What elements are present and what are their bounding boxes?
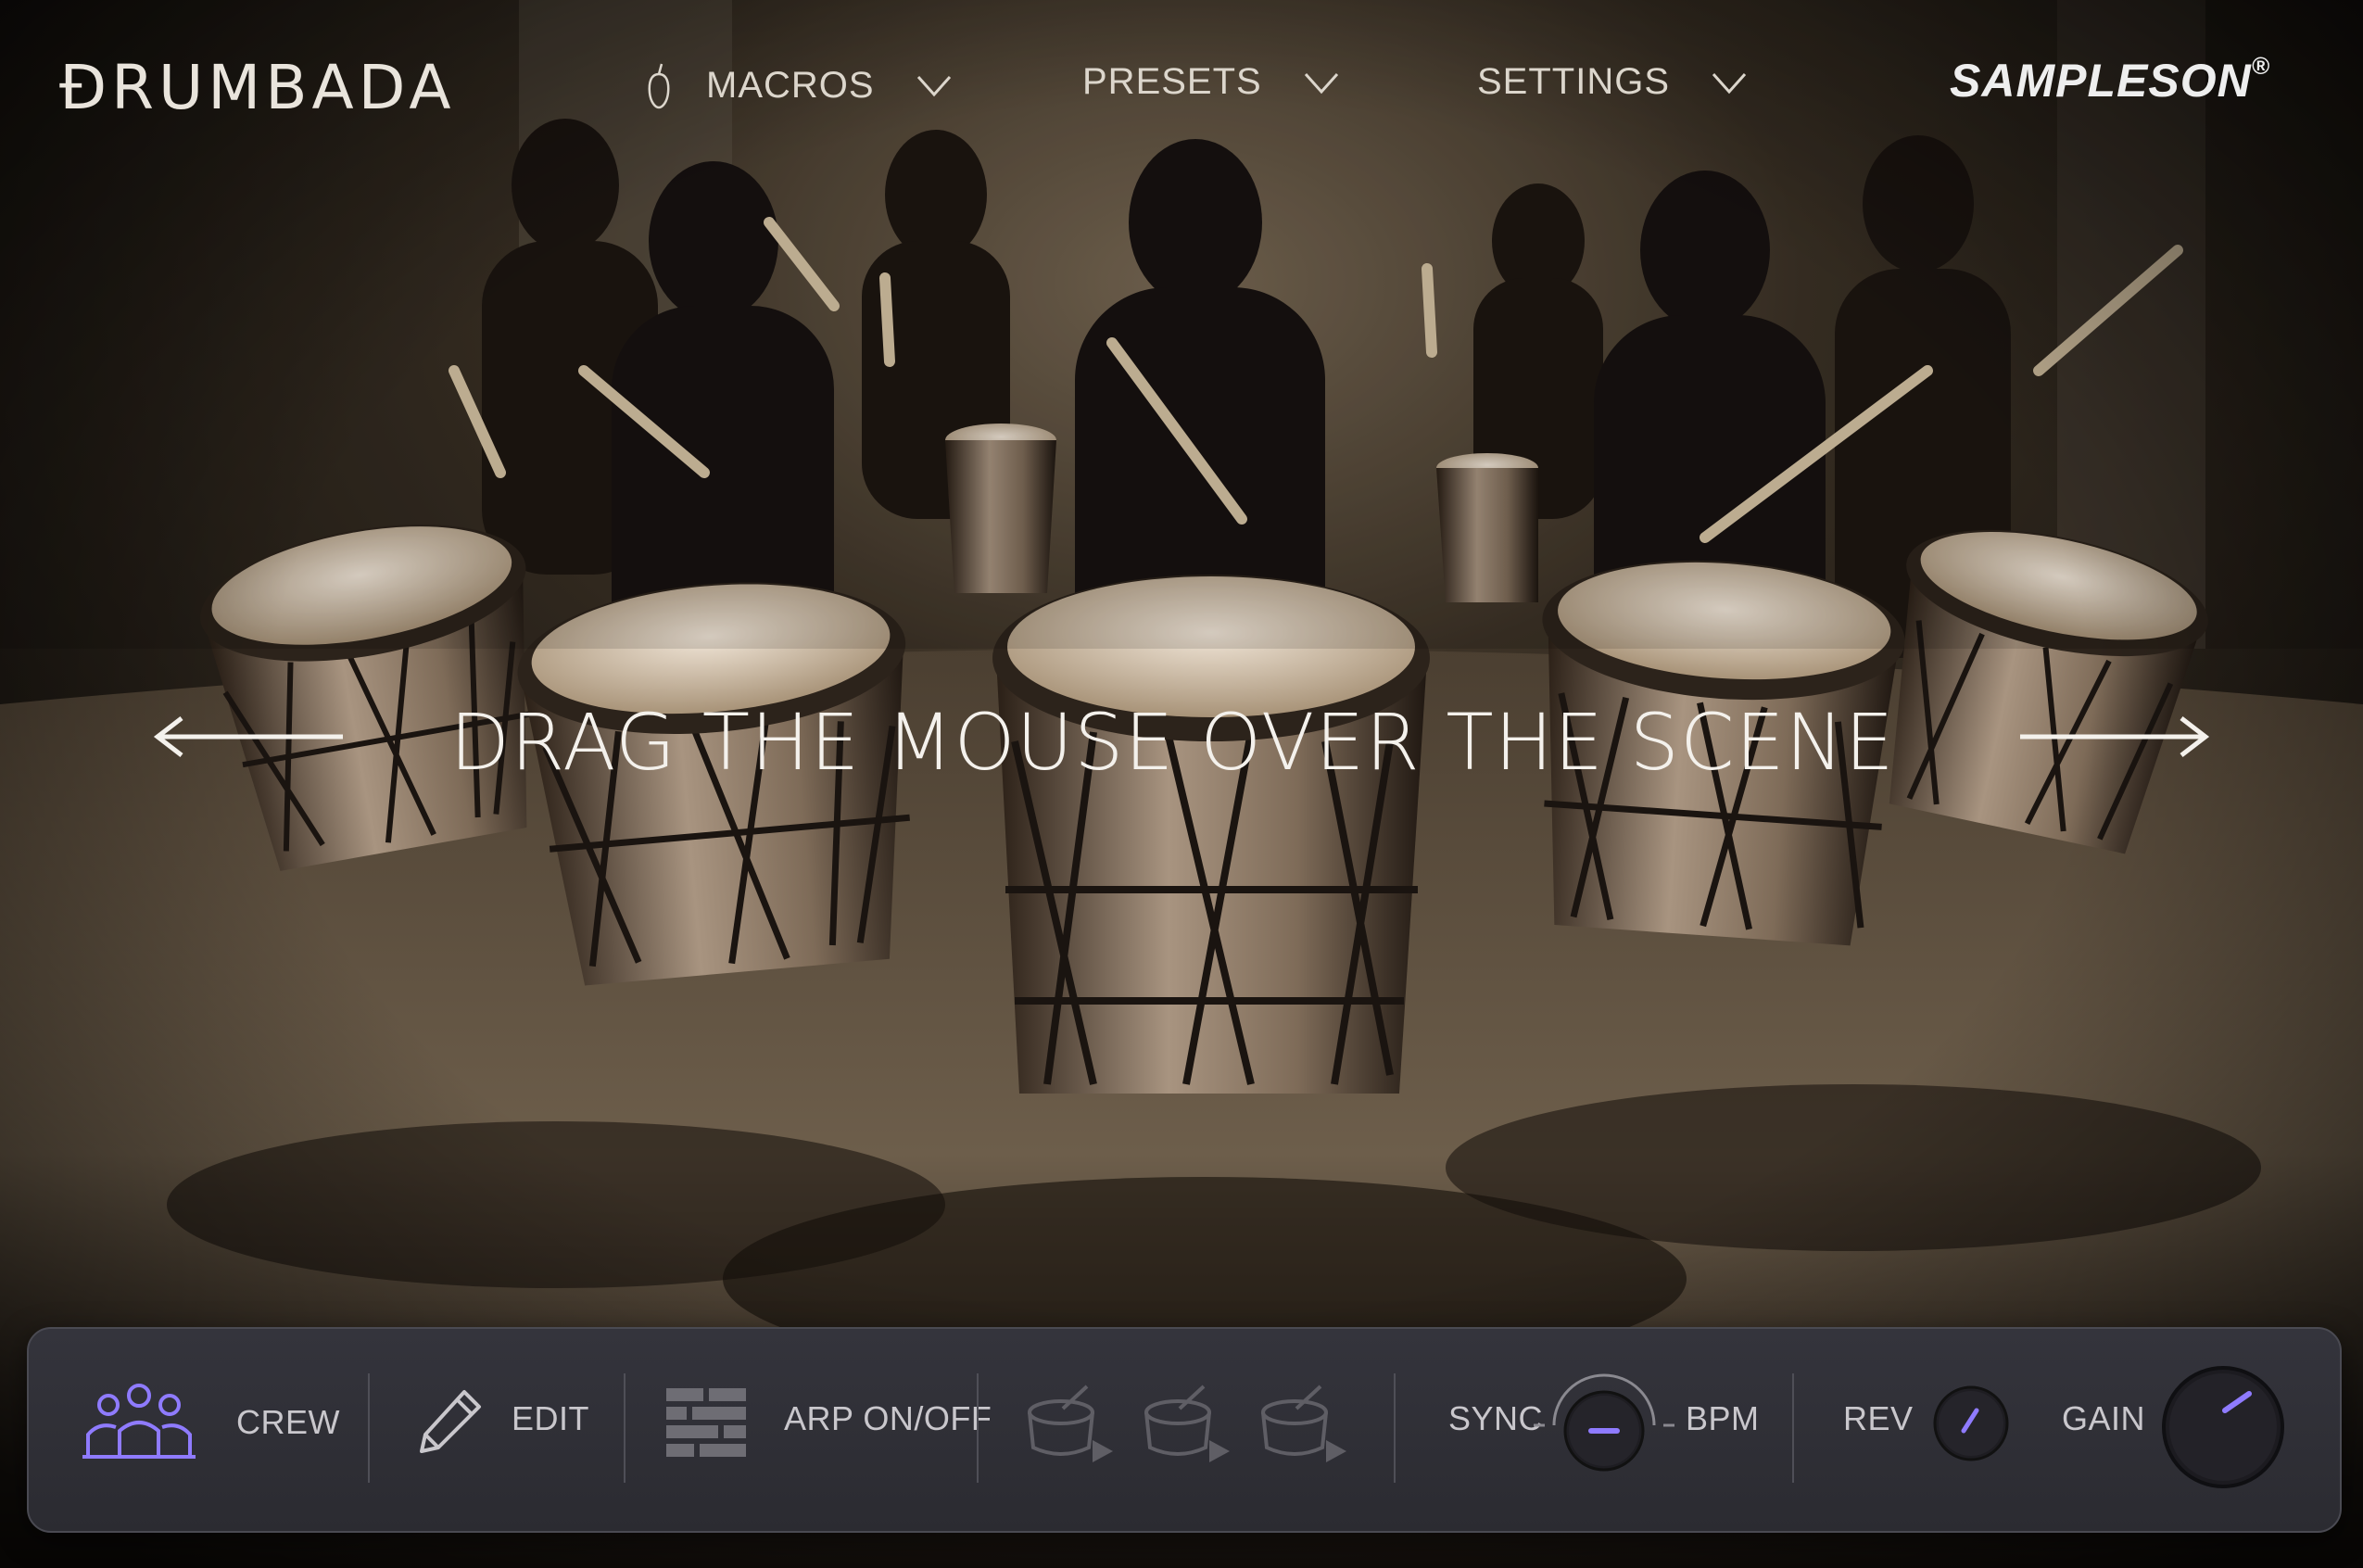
arrow-right-icon [2020,716,2210,757]
pencil-icon[interactable] [416,1386,485,1455]
arp-grid-icon[interactable] [666,1386,748,1459]
divider [1394,1373,1396,1483]
crew-label[interactable]: CREW [236,1403,340,1442]
crew-icon[interactable] [82,1383,196,1461]
edit-label[interactable]: EDIT [512,1399,589,1438]
sync-bpm-knob[interactable] [1530,1366,1678,1477]
drumbada-plugin-window: ĐRUMBADA MACROS PRESETS SETTINGS SAMPLES… [0,0,2363,1568]
macros-menu[interactable]: MACROS [645,61,953,109]
brand-name: SAMPLESON [1950,55,2252,107]
arrow-left-icon [153,716,343,757]
gain-label: GAIN [2062,1399,2146,1437]
drum-play-icon[interactable] [1259,1381,1350,1466]
apple-icon [648,63,670,109]
drag-instruction: DRAG THE MOUSE OVER THE SCENE [449,697,1895,788]
drum-play-icon[interactable] [1026,1381,1117,1466]
drum-play-icon[interactable] [1143,1381,1233,1466]
chevron-down-icon [1712,72,1747,94]
settings-menu[interactable]: SETTINGS [1477,61,1748,103]
presets-menu-label: PRESETS [1082,61,1262,102]
divider [368,1373,370,1483]
chevron-down-icon [916,75,951,97]
control-panel: CREW EDIT ARP ON/OFF SYNC BPM REV GAIN [27,1327,2342,1533]
chevron-down-icon [1304,72,1338,94]
macros-menu-label: MACROS [706,64,875,106]
settings-menu-label: SETTINGS [1477,61,1671,102]
bpm-label[interactable]: BPM [1686,1399,1760,1438]
presets-menu[interactable]: PRESETS [1082,61,1340,103]
arp-toggle-label[interactable]: ARP ON/OFF [784,1399,992,1438]
registered-mark: ® [2251,52,2270,80]
divider [1792,1373,1794,1483]
sync-label[interactable]: SYNC [1448,1399,1543,1438]
reverb-knob[interactable] [1932,1385,2010,1462]
rev-label: REV [1843,1399,1914,1437]
drumbada-logo: ĐRUMBADA [59,52,456,123]
divider [624,1373,626,1483]
gain-knob[interactable] [2160,1364,2286,1490]
sampleson-brand-logo[interactable]: SAMPLESON® [1950,52,2270,107]
divider [977,1373,979,1483]
